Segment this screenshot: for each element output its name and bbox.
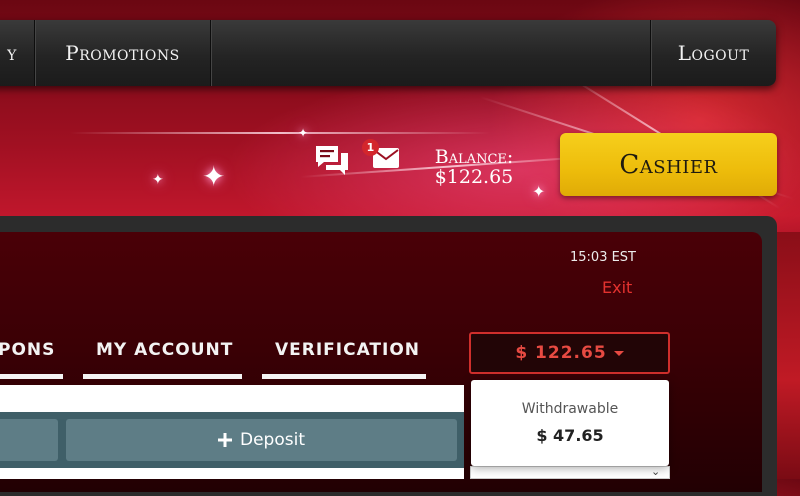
- balance-label: Balance:: [434, 146, 514, 168]
- tab-underline: [0, 374, 63, 379]
- exit-link[interactable]: Exit: [602, 278, 632, 297]
- balance-dropdown-button[interactable]: $ 122.65: [469, 332, 670, 374]
- chat-icon[interactable]: [314, 144, 350, 178]
- sparkle-icon: ✦: [298, 126, 309, 140]
- nav-item-promotions[interactable]: Promotions: [35, 20, 210, 86]
- partial-button[interactable]: [0, 419, 58, 461]
- balance-display: Balance: $122.65: [420, 147, 528, 187]
- cashier-button[interactable]: Cashier: [560, 133, 777, 196]
- nav-divider: [210, 20, 211, 86]
- caret-down-icon: [613, 350, 624, 356]
- sparkle-icon: ✦: [532, 182, 546, 201]
- select-field[interactable]: [470, 466, 670, 479]
- nav-item-partial[interactable]: y: [0, 20, 34, 86]
- tab-coupons[interactable]: PONS: [0, 338, 55, 362]
- withdrawable-amount: $ 47.65: [536, 426, 604, 445]
- chevron-down-icon[interactable]: ⌄: [651, 465, 660, 478]
- withdrawable-label: Withdrawable: [521, 401, 619, 417]
- top-nav: y Promotions Logout: [0, 20, 776, 86]
- light-streak: [70, 132, 490, 134]
- deposit-label: Deposit: [240, 430, 305, 450]
- tab-my-account[interactable]: MY ACCOUNT: [96, 338, 233, 362]
- plus-icon: [218, 433, 232, 447]
- tab-verification[interactable]: VERIFICATION: [275, 338, 420, 362]
- notification-badge: 1: [362, 139, 379, 156]
- sparkle-icon: ✦: [202, 160, 226, 193]
- tab-underline: [262, 374, 426, 379]
- sparkle-icon: ✦: [152, 172, 164, 188]
- balance-dropdown-menu: Withdrawable $ 47.65: [471, 380, 669, 466]
- deposit-button[interactable]: Deposit: [66, 419, 457, 461]
- balance-button-label: $ 122.65: [515, 343, 607, 363]
- clock-time: 15:03 EST: [570, 250, 637, 265]
- nav-item-logout[interactable]: Logout: [651, 20, 776, 86]
- balance-amount: $122.65: [434, 166, 514, 188]
- tab-underline: [83, 374, 242, 379]
